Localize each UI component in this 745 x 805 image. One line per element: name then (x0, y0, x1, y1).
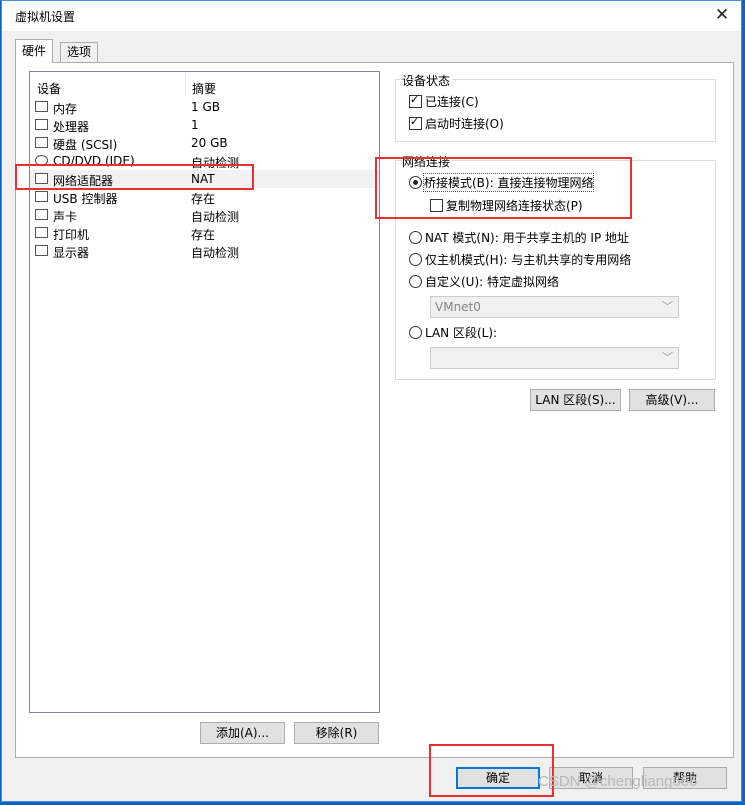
lan-segment-radio[interactable] (409, 326, 422, 339)
device-row[interactable]: 显示器 自动检测 (30, 242, 379, 260)
advanced-button[interactable]: 高级(V)... (629, 389, 715, 411)
processor-icon (35, 119, 48, 130)
device-summary: 自动检测 (191, 246, 240, 260)
close-icon[interactable]: ✕ (711, 5, 733, 27)
device-summary: 自动检测 (191, 210, 240, 224)
sound-card-icon (35, 209, 48, 220)
device-row[interactable]: 处理器 1 (30, 116, 379, 134)
network-adapter-icon (35, 173, 48, 184)
device-row[interactable]: 硬盘 (SCSI) 20 GB (30, 134, 379, 152)
device-row[interactable]: 声卡 自动检测 (30, 206, 379, 224)
device-name: 显示器 (53, 246, 90, 260)
column-header-summary[interactable]: 摘要 (185, 74, 216, 96)
memory-icon (35, 101, 48, 112)
usb-icon (35, 191, 48, 202)
bridged-radio[interactable] (409, 176, 422, 189)
hard-disk-icon (35, 137, 48, 148)
device-name: 内存 (53, 102, 78, 116)
device-status-title: 设备状态 (402, 72, 453, 89)
custom-network-select[interactable]: VMnet0 ﹀ (430, 296, 679, 318)
device-name: 处理器 (53, 120, 90, 134)
device-name: 声卡 (53, 210, 78, 224)
device-summary: NAT (191, 172, 215, 186)
device-row[interactable]: 内存 1 GB (30, 98, 379, 116)
connected-checkbox[interactable]: ✓ (409, 93, 422, 108)
add-device-button[interactable]: 添加(A)... (200, 722, 285, 744)
device-summary: 1 (191, 118, 199, 132)
device-name: USB 控制器 (53, 192, 118, 206)
remove-device-button[interactable]: 移除(R) (294, 722, 379, 744)
device-summary: 20 GB (191, 136, 228, 150)
lan-segment-select[interactable]: ﹀ (430, 347, 679, 369)
device-name: CD/DVD (IDE) (53, 154, 135, 168)
host-only-radio[interactable] (409, 253, 422, 266)
custom-radio[interactable] (409, 275, 422, 288)
host-only-label[interactable]: 仅主机模式(H): 与主机共享的专用网络 (425, 251, 631, 268)
device-row[interactable]: CD/DVD (IDE) 自动检测 (30, 152, 379, 170)
tab-options[interactable]: 选项 (60, 42, 99, 62)
device-summary: 自动检测 (191, 156, 240, 170)
chevron-down-icon: ﹀ (662, 300, 673, 313)
custom-network-value: VMnet0 (435, 300, 481, 314)
check-icon: ✓ (410, 115, 420, 128)
lan-segment-label[interactable]: LAN 区段(L): (425, 324, 497, 341)
connected-label[interactable]: 已连接(C) (425, 93, 479, 110)
display-icon (35, 245, 48, 256)
column-header-device[interactable]: 设备 (37, 80, 61, 97)
nat-label[interactable]: NAT 模式(N): 用于共享主机的 IP 地址 (425, 229, 629, 246)
watermark: CSDN @chengliang666 (538, 773, 698, 790)
device-name: 硬盘 (SCSI) (53, 138, 118, 152)
replicate-state-checkbox[interactable] (430, 199, 443, 212)
chevron-down-icon: ﹀ (662, 351, 673, 364)
device-summary: 存在 (191, 228, 216, 242)
nat-radio[interactable] (409, 231, 422, 244)
connect-at-power-on-label[interactable]: 启动时连接(O) (425, 115, 504, 132)
lan-segments-button[interactable]: LAN 区段(S)... (530, 389, 621, 411)
connect-at-power-on-checkbox[interactable]: ✓ (409, 115, 422, 130)
device-summary: 1 GB (191, 100, 220, 114)
device-name: 打印机 (53, 228, 90, 242)
ok-button[interactable]: 确定 (456, 767, 540, 789)
device-row[interactable]: 打印机 存在 (30, 224, 379, 242)
cd-dvd-icon (35, 155, 48, 166)
printer-icon (35, 227, 48, 238)
device-row[interactable]: USB 控制器 存在 (30, 188, 379, 206)
window-title: 虚拟机设置 (15, 10, 76, 24)
check-icon: ✓ (410, 93, 420, 106)
device-list[interactable]: 设备 摘要 内存 1 GB 处理器 1 硬盘 (SCSI) 20 GB CD/D… (29, 71, 380, 713)
device-name: 网络适配器 (53, 174, 114, 188)
tab-hardware[interactable]: 硬件 (15, 39, 54, 63)
device-summary: 存在 (191, 192, 216, 206)
replicate-state-label[interactable]: 复制物理网络连接状态(P) (446, 197, 583, 214)
device-row-selected[interactable]: 网络适配器 NAT (30, 170, 379, 188)
title-bar: 虚拟机设置 ✕ (2, 1, 741, 31)
bridged-label[interactable]: 桥接模式(B): 直接连接物理网络 (422, 173, 595, 192)
network-connection-title: 网络连接 (402, 153, 453, 170)
custom-label[interactable]: 自定义(U): 特定虚拟网络 (425, 273, 559, 290)
